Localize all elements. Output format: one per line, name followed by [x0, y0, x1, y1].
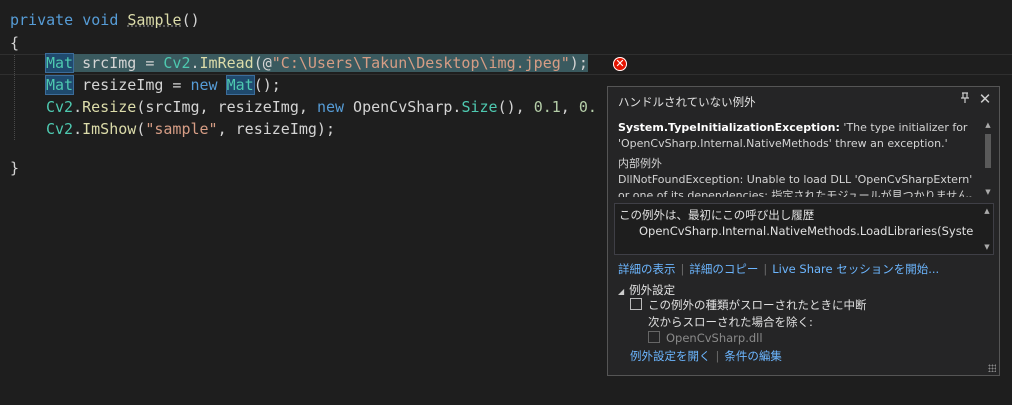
keyword-new: new	[316, 98, 345, 116]
dot: .	[190, 54, 200, 72]
inner-exception-heading: 内部例外	[618, 157, 662, 170]
break-when-thrown-row[interactable]: この例外の種類がスローされたときに中断	[630, 297, 867, 313]
indent-guide	[14, 55, 15, 140]
string-literal: "sample"	[145, 120, 218, 138]
function-imshow: ImShow	[82, 120, 137, 138]
namespace: OpenCvSharp.	[344, 98, 462, 116]
footer-links: 例外設定を開く | 条件の編集	[630, 348, 782, 364]
exception-popup: ハンドルされていない例外 ✕ System.TypeInitialization…	[607, 86, 1000, 376]
class-cv2: Cv2	[46, 98, 74, 116]
type-size: Size	[461, 98, 498, 116]
keyword-new: new	[190, 76, 218, 94]
action-links: 詳細の表示 | 詳細のコピー | Live Share セッションを開始...	[618, 261, 939, 277]
scroll-up-icon[interactable]: ▲	[982, 207, 992, 215]
exception-message: System.TypeInitializationException: 'The…	[618, 120, 980, 197]
type-mat: Mat	[44, 75, 75, 95]
resize-grip-icon[interactable]	[988, 364, 996, 372]
dll-checkbox	[648, 331, 660, 343]
collapse-triangle-icon: ◢	[618, 287, 625, 296]
inner-exception-text: DllNotFoundException: Unable to load DLL…	[618, 173, 980, 197]
scroll-up-icon[interactable]: ▲	[983, 120, 993, 130]
code-text: resizeImg =	[73, 76, 191, 94]
error-icon[interactable]: ✕	[613, 57, 627, 71]
open-brace: {	[10, 34, 20, 52]
method-parens: ()	[181, 11, 200, 29]
type-mat: Mat	[44, 53, 75, 73]
break-when-thrown-checkbox[interactable]	[630, 298, 642, 310]
close-icon[interactable]: ✕	[977, 91, 993, 107]
message-scrollbar[interactable]: ▲ ▼	[983, 120, 993, 197]
edit-conditions-link[interactable]: 条件の編集	[724, 349, 782, 363]
popup-title: ハンドルされていない例外	[618, 95, 756, 109]
function-imread: ImRead	[199, 54, 254, 72]
code-line-8[interactable]: }	[10, 157, 19, 179]
type-mat: Mat	[225, 75, 255, 95]
close-brace: }	[10, 159, 20, 177]
code-line-3[interactable]: Mat srcImg = Cv2.ImRead(@"C:\Users\Takun…	[44, 52, 588, 74]
number-literal: 0.	[578, 98, 597, 116]
exception-settings-toggle[interactable]: ◢ 例外設定	[618, 282, 675, 298]
scroll-thumb[interactable]	[985, 134, 991, 168]
string-literal: "C:\Users\Takun\Desktop\img.jpeg"	[271, 54, 570, 72]
except-from-label: 次からスローされた場合を除く:	[648, 315, 813, 329]
paren-close: , resizeImg);	[217, 120, 335, 138]
code-line-6[interactable]: Cv2.ImShow("sample", resizeImg);	[46, 118, 335, 140]
exception-type: System.TypeInitializationException:	[618, 121, 840, 134]
code-text: (),	[497, 98, 534, 116]
method-name: Sample	[127, 11, 182, 29]
paren-open: (@	[253, 54, 272, 72]
class-cv2: Cv2	[163, 54, 191, 72]
scroll-down-icon[interactable]: ▼	[983, 187, 993, 197]
paren-open: (	[136, 120, 146, 138]
view-details-link[interactable]: 詳細の表示	[618, 262, 676, 276]
stack-scrollbar[interactable]: ▲ ▼	[981, 204, 993, 254]
paren-close: ();	[253, 76, 281, 94]
code-line-1[interactable]: private void Sample()	[10, 9, 200, 31]
separator: |	[680, 262, 685, 276]
code-text: (srcImg, resizeImg,	[136, 98, 317, 116]
live-share-link[interactable]: Live Share セッションを開始...	[772, 262, 939, 276]
separator: |	[763, 262, 768, 276]
dot: .	[73, 120, 83, 138]
break-when-thrown-label: この例外の種類がスローされたときに中断	[648, 298, 867, 312]
code-text: srcImg =	[73, 54, 164, 72]
function-resize: Resize	[82, 98, 137, 116]
exception-settings-heading: 例外設定	[629, 283, 676, 297]
class-cv2: Cv2	[46, 120, 74, 138]
dot: .	[73, 98, 83, 116]
dll-exception-row: OpenCvSharp.dll	[648, 330, 763, 346]
scroll-down-icon[interactable]: ▼	[982, 243, 992, 251]
code-line-4[interactable]: Mat resizeImg = new Mat();	[44, 74, 281, 96]
comma: ,	[560, 98, 579, 116]
keyword-void: void	[82, 11, 119, 29]
number-literal: 0.1	[533, 98, 561, 116]
code-line-5[interactable]: Cv2.Resize(srcImg, resizeImg, new OpenCv…	[46, 96, 597, 118]
code-line-2[interactable]: {	[10, 32, 19, 54]
call-stack-title: この例外は、最初にこの呼び出し履歴	[619, 208, 815, 222]
pin-icon[interactable]	[959, 92, 971, 106]
open-exception-settings-link[interactable]: 例外設定を開く	[630, 349, 711, 363]
call-stack-line: OpenCvSharp.Internal.NativeMethods.LoadL…	[639, 224, 973, 238]
separator: |	[715, 349, 720, 363]
paren-close: );	[569, 54, 588, 72]
call-stack-box: この例外は、最初にこの呼び出し履歴 OpenCvSharp.Internal.N…	[614, 203, 994, 255]
copy-details-link[interactable]: 詳細のコピー	[689, 262, 758, 276]
dll-label: OpenCvSharp.dll	[666, 331, 763, 345]
keyword-private: private	[10, 11, 74, 29]
